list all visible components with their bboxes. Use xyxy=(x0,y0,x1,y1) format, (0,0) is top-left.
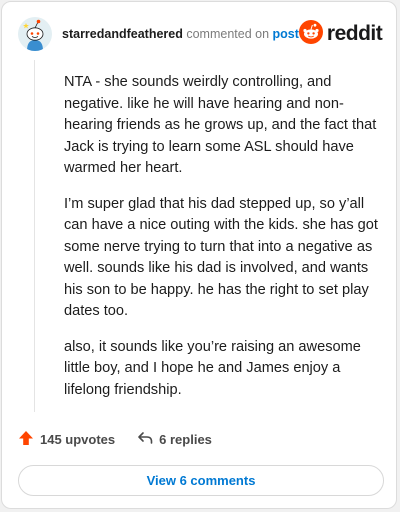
view-comments-button[interactable]: View 6 comments xyxy=(18,465,384,496)
upvote-arrow-icon xyxy=(18,430,34,449)
comment-paragraph: I’m super glad that his dad stepped up, … xyxy=(64,195,378,320)
snoo-avatar[interactable] xyxy=(18,17,52,51)
comment-paragraph: also, it sounds like you’re raising an a… xyxy=(64,338,361,398)
comment-paragraph: NTA - she sounds weirdly controlling, an… xyxy=(64,74,377,176)
commented-on-text: commented on xyxy=(186,27,270,41)
reply-arrow-icon xyxy=(137,431,153,448)
upvote-count: 145 upvotes xyxy=(40,432,116,447)
upvote-button[interactable]: 145 upvotes xyxy=(18,430,115,449)
comment-actions: 145 upvotes 6 replies xyxy=(18,430,212,449)
comment-header: starredandfeathered commented on post re… xyxy=(18,16,383,52)
replies-count: 6 replies xyxy=(159,432,212,447)
comment-meta: starredandfeathered commented on post xyxy=(62,27,299,41)
comment-card: starredandfeathered commented on post re… xyxy=(1,1,397,509)
reddit-logo[interactable]: reddit xyxy=(298,19,383,49)
replies-button[interactable]: 6 replies xyxy=(137,431,212,448)
post-link[interactable]: post xyxy=(273,27,299,41)
username-link[interactable]: starredandfeathered xyxy=(62,27,183,41)
thread-line[interactable] xyxy=(34,60,35,412)
reddit-wordmark: reddit xyxy=(326,22,383,45)
comment-body: NTA - she sounds weirdly controlling, an… xyxy=(64,72,382,415)
reddit-logo-icon xyxy=(298,19,323,49)
